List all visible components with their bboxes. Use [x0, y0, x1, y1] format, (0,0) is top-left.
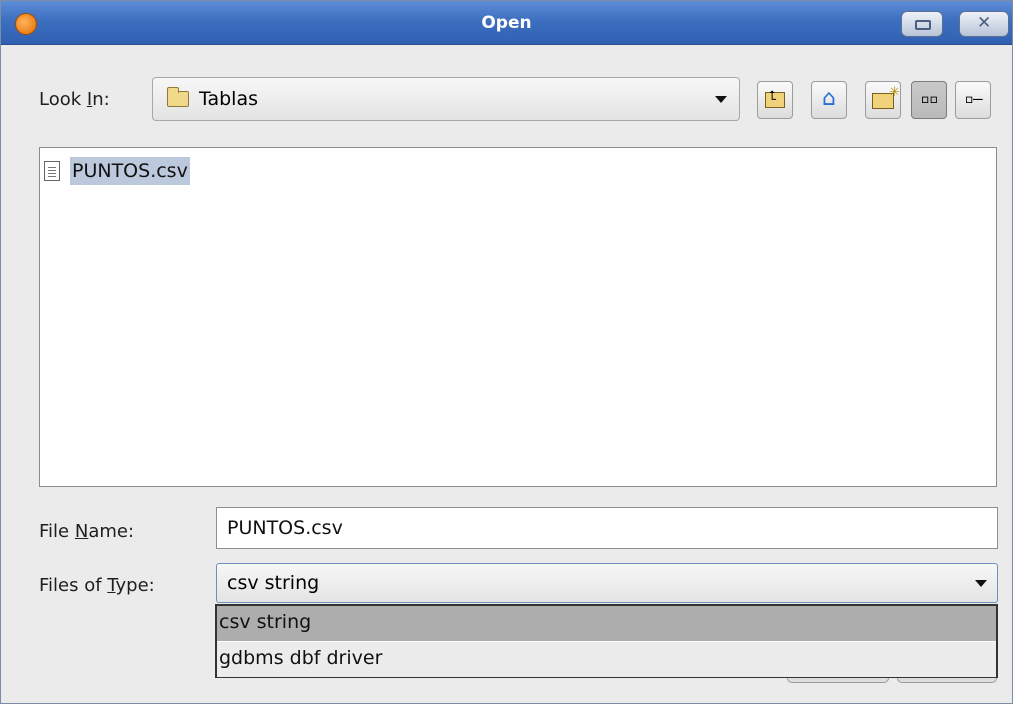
open-dialog: Open ✕ Look In: Tablas ⌂ ▫▫ ▫— PUNTOS.cs…	[0, 0, 1013, 704]
chevron-down-icon	[715, 96, 727, 103]
folder-icon	[167, 87, 189, 107]
details-view-button[interactable]: ▫—	[955, 81, 991, 119]
home-icon: ⌂	[822, 86, 836, 111]
look-in-label: Look In:	[39, 89, 110, 110]
home-button[interactable]: ⌂	[811, 81, 847, 119]
window-title: Open	[481, 13, 532, 33]
new-folder-button[interactable]	[865, 81, 901, 119]
title-bar[interactable]: Open ✕	[1, 1, 1012, 45]
file-name-label: File Name:	[39, 521, 135, 542]
details-view-icon: ▫—	[964, 89, 982, 108]
up-folder-icon	[765, 89, 785, 108]
minimize-button[interactable]	[901, 11, 943, 37]
dropdown-option[interactable]: csv string	[217, 606, 996, 641]
file-type-dropdown[interactable]: csv string	[216, 563, 998, 603]
look-in-value: Tablas	[199, 88, 258, 110]
dropdown-option[interactable]: gdbms dbf driver	[217, 642, 996, 677]
file-type-popup: csv string gdbms dbf driver	[215, 604, 998, 678]
file-name-input[interactable]	[216, 507, 998, 549]
document-icon	[44, 161, 60, 181]
chevron-down-icon	[975, 580, 987, 587]
new-folder-icon	[872, 85, 900, 109]
file-item[interactable]: PUNTOS.csv	[44, 154, 190, 188]
close-button[interactable]: ✕	[959, 11, 1009, 37]
list-view-button[interactable]: ▫▫	[911, 81, 947, 119]
list-view-icon: ▫▫	[920, 89, 938, 108]
up-one-level-button[interactable]	[757, 81, 793, 119]
file-type-label: Files of Type:	[39, 575, 155, 596]
close-icon: ✕	[977, 13, 992, 33]
file-list[interactable]: PUNTOS.csv	[39, 147, 997, 487]
look-in-dropdown[interactable]: Tablas	[152, 77, 740, 121]
file-item-name: PUNTOS.csv	[70, 157, 190, 185]
file-type-value: csv string	[227, 572, 320, 594]
minimize-icon	[915, 20, 931, 30]
